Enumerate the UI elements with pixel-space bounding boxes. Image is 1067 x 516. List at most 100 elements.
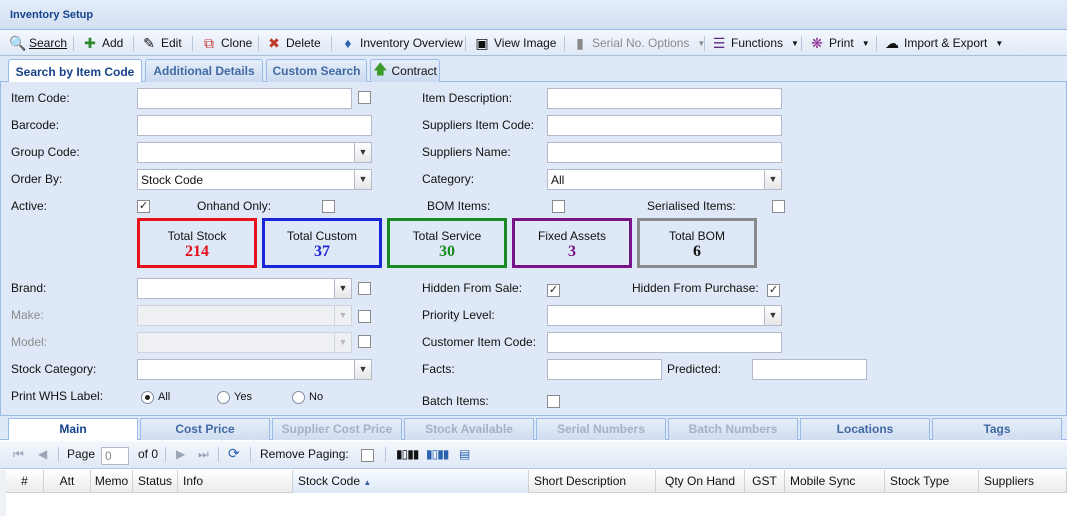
hidden-from-purchase-checkbox[interactable]: ✓ [767,284,780,297]
item-description-input[interactable] [547,88,782,109]
column-header-stock-type[interactable]: Stock Type [885,470,979,493]
active-checkbox[interactable]: ✓ [137,200,150,213]
priority-level-select[interactable]: ▼ [547,305,782,326]
onhand-only-checkbox[interactable] [322,200,335,213]
view-image-button[interactable]: ▣ View Image [474,32,556,54]
make-select[interactable]: ▼ [137,305,352,326]
predicted-input[interactable] [752,359,867,380]
chevron-down-icon[interactable]: ▼ [354,143,371,162]
column-header-qty-on-hand[interactable]: Qty On Hand [656,470,745,493]
toolbar-separator [250,447,251,462]
inventory-overview-button[interactable]: ♦ Inventory Overview [340,32,462,54]
edit-button[interactable]: ✎ Edit [141,32,182,54]
total-bom-tile[interactable]: Total BOM 6 [637,218,757,268]
model-select[interactable]: ▼ [137,332,352,353]
clone-button[interactable]: ⧉ Clone [201,32,252,54]
customer-item-code-input[interactable] [547,332,782,353]
chevron-down-icon[interactable]: ▼ [764,170,781,189]
group-code-label: Group Code: [11,145,80,159]
facts-input[interactable] [547,359,662,380]
column-header-att[interactable]: Att [44,470,91,493]
tab-contract[interactable]: 🡅 Contract [370,59,440,82]
functions-button[interactable]: ☰ Functions ▼ [711,32,799,54]
add-button[interactable]: ✚ Add [82,32,123,54]
clone-document-icon: ⧉ [204,35,214,51]
chevron-down-icon[interactable]: ▼ [354,360,371,379]
column-header-memo[interactable]: Memo [91,470,133,493]
tab-search-by-item-code[interactable]: Search by Item Code [8,59,142,83]
serial-options-button[interactable]: ▮ Serial No. Options ▼ [572,32,705,54]
title-bar: Inventory Setup [0,0,1067,30]
suppliers-item-code-input[interactable] [547,115,782,136]
sort-ascending-icon: ▲ [363,478,372,487]
remove-paging-checkbox[interactable] [361,449,374,462]
tab-locations[interactable]: Locations [800,418,930,440]
add-document-icon: ✚ [84,35,96,51]
tab-serial-numbers[interactable]: Serial Numbers [536,418,666,440]
hidden-from-sale-checkbox[interactable]: ✓ [547,284,560,297]
chevron-down-icon[interactable]: ▼ [354,170,371,189]
batch-items-checkbox[interactable] [547,395,560,408]
previous-page-icon[interactable]: ◀ [38,447,47,461]
tag-icon: ♦ [344,35,352,51]
delete-button[interactable]: ✖ Delete [266,32,321,54]
search-button[interactable]: 🔍 Search [9,32,67,54]
column-header-info[interactable]: Info [178,470,293,493]
column-header-suppliers[interactable]: Suppliers [979,470,1067,493]
barcode-input[interactable] [137,115,372,136]
stock-category-select[interactable]: ▼ [137,359,372,380]
column-header-number[interactable]: # [6,470,44,493]
group-code-select[interactable]: ▼ [137,142,372,163]
first-page-icon[interactable]: ⏮ [13,447,24,462]
print-whs-yes-radio[interactable] [217,391,230,404]
suppliers-name-label: Suppliers Name: [422,145,511,159]
column-header-status[interactable]: Status [133,470,178,493]
column-header-stock-code[interactable]: Stock Code ▲ [293,470,529,493]
print-whs-no-radio[interactable] [292,391,305,404]
suppliers-name-input[interactable] [547,142,782,163]
tab-cost-price[interactable]: Cost Price [140,418,270,440]
column-header-mobile-sync[interactable]: Mobile Sync [785,470,885,493]
fixed-assets-tile[interactable]: Fixed Assets 3 [512,218,632,268]
arrow-up-icon: 🡅 [373,61,388,77]
page-number-input[interactable]: 0 [101,447,129,465]
print-labels-icon[interactable]: ▤ [459,447,470,461]
tab-stock-available[interactable]: Stock Available [404,418,534,440]
serialised-items-checkbox[interactable] [772,200,785,213]
print-whs-all-radio[interactable] [141,391,154,404]
print-button[interactable]: ❋ Print ▼ [809,32,870,54]
tab-custom-search[interactable]: Custom Search [266,59,367,82]
order-by-select[interactable]: Stock Code ▼ [137,169,372,190]
tab-additional-details[interactable]: Additional Details [145,59,263,82]
model-checkbox[interactable] [358,335,371,348]
chevron-down-icon[interactable]: ▼ [764,306,781,325]
column-header-gst[interactable]: GST [745,470,785,493]
make-checkbox[interactable] [358,310,371,323]
chevron-down-icon[interactable]: ▼ [334,279,351,298]
toolbar-separator [58,447,59,462]
bom-items-checkbox[interactable] [552,200,565,213]
column-header-short-description[interactable]: Short Description [529,470,656,493]
total-stock-tile[interactable]: Total Stock 214 [137,218,257,268]
item-code-checkbox[interactable] [358,91,371,104]
tab-main[interactable]: Main [8,418,138,440]
tab-supplier-cost-price[interactable]: Supplier Cost Price [272,418,402,440]
category-select[interactable]: All ▼ [547,169,782,190]
chevron-down-icon[interactable]: ▼ [334,306,351,325]
import-export-button[interactable]: ☁ Import & Export ▼ [884,32,1003,54]
barcode-blue-icon[interactable]: ▮▯▮▮ [426,447,449,461]
total-custom-tile[interactable]: Total Custom 37 [262,218,382,268]
chevron-down-icon[interactable]: ▼ [334,333,351,352]
chevron-down-icon: ▼ [791,38,799,48]
refresh-icon[interactable]: ⟳ [228,445,240,462]
next-page-icon[interactable]: ▶ [176,447,185,461]
total-service-tile[interactable]: Total Service 30 [387,218,507,268]
brand-checkbox[interactable] [358,282,371,295]
tab-tags[interactable]: Tags [932,418,1062,440]
item-code-input[interactable] [137,88,352,109]
tab-batch-numbers[interactable]: Batch Numbers [668,418,798,440]
barcode-icon[interactable]: ▮▯▮▮ [396,447,419,461]
last-page-icon[interactable]: ⏭ [198,447,209,462]
brand-select[interactable]: ▼ [137,278,352,299]
chevron-down-icon: ▼ [861,38,870,48]
